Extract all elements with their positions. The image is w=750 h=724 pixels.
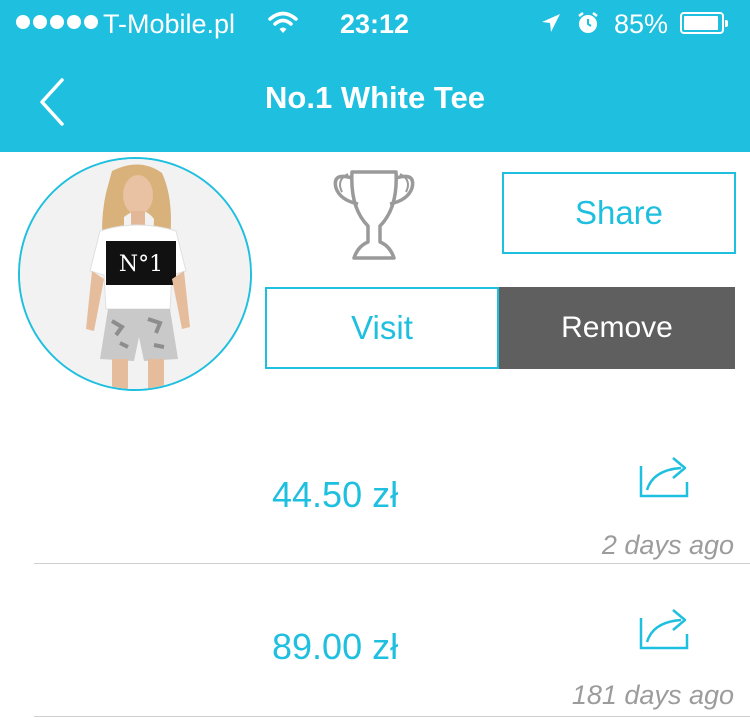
location-arrow-icon: [542, 14, 560, 32]
status-time: 23:12: [340, 9, 410, 39]
price-age: 181 days ago: [571, 680, 734, 710]
shirt-print-label: N°1: [119, 252, 163, 277]
signal-dots-icon: [16, 15, 98, 29]
visit-button[interactable]: Visit: [265, 287, 499, 369]
alarm-icon: [578, 12, 598, 33]
remove-button[interactable]: Remove: [499, 287, 735, 369]
battery-icon: [680, 12, 728, 34]
battery-percent: 85%: [614, 9, 669, 39]
status-bar: T-Mobile.pl 23:12 85%: [0, 0, 750, 50]
wifi-icon: [268, 11, 298, 33]
model-photo: N°1: [20, 159, 250, 389]
trophy-icon: [333, 170, 415, 260]
page-title: No.1 White Tee: [265, 80, 485, 115]
share-arrow-icon[interactable]: [637, 604, 693, 652]
price-history-row: 44.50 zł 2 days ago: [0, 412, 750, 564]
carrier-name: T-Mobile.pl: [103, 9, 236, 39]
divider: [34, 716, 750, 717]
price-history-row: 89.00 zł 181 days ago: [0, 564, 750, 716]
navigation-header: T-Mobile.pl 23:12 85% No.1 White Tee: [0, 0, 750, 152]
price-value: 44.50 zł: [272, 474, 399, 515]
product-image: N°1: [18, 157, 252, 391]
share-button[interactable]: Share: [502, 172, 736, 254]
share-arrow-icon[interactable]: [637, 452, 693, 500]
price-value: 89.00 zł: [272, 626, 399, 667]
price-age: 2 days ago: [601, 530, 734, 560]
